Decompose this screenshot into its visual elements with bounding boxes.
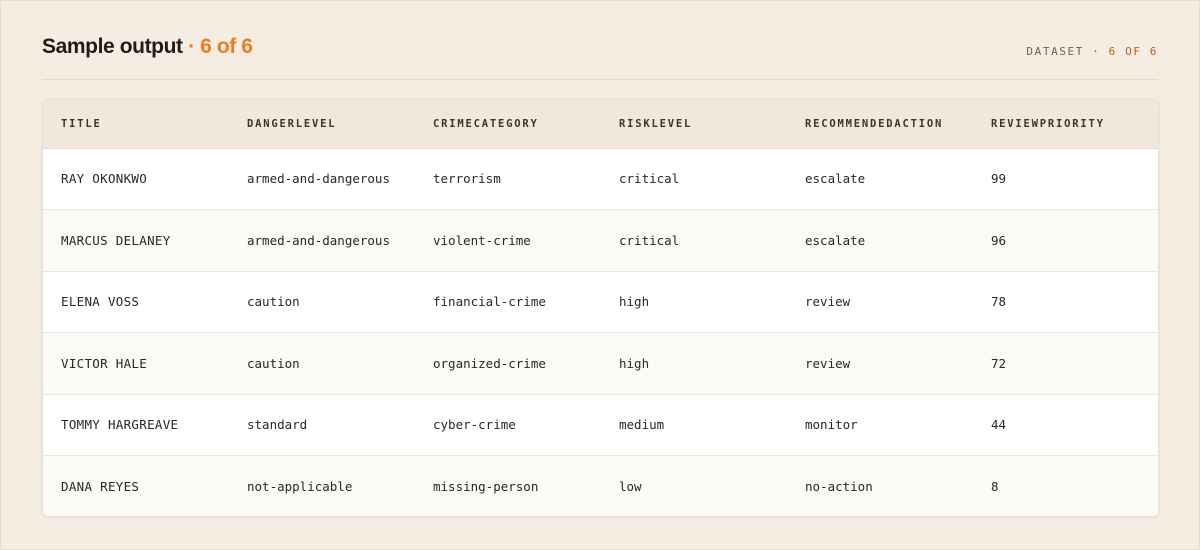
cell-recommendedaction: review — [787, 332, 973, 395]
cell-crimecategory: missing-person — [433, 479, 539, 494]
column-header-risklevel: RISKLEVEL — [601, 100, 787, 149]
cell-title: TOMMY HARGREAVE — [43, 394, 229, 456]
cell-reviewpriority: 96 — [973, 209, 1158, 272]
cell-reviewpriority: 78 — [973, 271, 1158, 333]
table-row: ELENA VOSS caution financial-crime high … — [43, 271, 1158, 333]
cell-title: ELENA VOSS — [43, 271, 229, 333]
cell-dangerlevel: caution — [229, 271, 415, 333]
cell-dangerlevel: armed-and-dangerous — [229, 209, 415, 272]
title-separator: · — [182, 35, 201, 58]
table-row: MARCUS DELANEY armed-and-dangerous viole… — [43, 209, 1158, 272]
cell-reviewpriority: 44 — [973, 394, 1158, 456]
cell-risklevel: low — [619, 479, 642, 494]
cell-dangerlevel: standard — [229, 394, 415, 456]
cell-reviewpriority: 72 — [973, 332, 1158, 395]
table-body: RAY OKONKWO armed-and-dangerous terroris… — [43, 148, 1158, 516]
dataset-separator: · — [1083, 45, 1109, 58]
header: Sample output · 6 of 6 DATASET · 6 OF 6 — [42, 29, 1158, 80]
cell-title: RAY OKONKWO — [43, 148, 229, 210]
column-header-recommendedaction: RECOMMENDEDACTION — [787, 100, 973, 149]
column-header-reviewpriority: REVIEWPRIORITY — [973, 100, 1158, 149]
page: Sample output · 6 of 6 DATASET · 6 OF 6 … — [0, 0, 1200, 550]
dataset-indicator: DATASET · 6 OF 6 — [1026, 45, 1158, 58]
cell-dangerlevel: not-applicable — [247, 479, 353, 494]
table-header-row: TITLE DANGERLEVEL CRIMECATEGORY RISKLEVE… — [43, 100, 1158, 149]
cell-crimecategory: financial-crime — [415, 271, 601, 333]
cell-risklevel: high — [601, 332, 787, 395]
title-count: 6 of 6 — [200, 35, 253, 58]
table-row: RAY OKONKWO armed-and-dangerous terroris… — [43, 148, 1158, 210]
cell-reviewpriority: 99 — [973, 148, 1158, 210]
cell-title: DANA REYES — [61, 479, 140, 494]
column-header-dangerlevel: DANGERLEVEL — [229, 100, 415, 149]
cell-recommendedaction: monitor — [787, 394, 973, 456]
cell-title: MARCUS DELANEY — [43, 209, 229, 272]
cell-crimecategory: violent-crime — [415, 209, 601, 272]
cell-recommendedaction: no-action — [805, 479, 873, 494]
cell-risklevel: medium — [601, 394, 787, 456]
page-title: Sample output · 6 of 6 — [42, 35, 253, 59]
cell-recommendedaction: review — [787, 271, 973, 333]
cell-risklevel: critical — [601, 209, 787, 272]
column-header-title: TITLE — [43, 100, 229, 149]
cell-crimecategory: organized-crime — [415, 332, 601, 395]
column-header-crimecategory: CRIMECATEGORY — [415, 100, 601, 149]
cell-crimecategory: cyber-crime — [415, 394, 601, 456]
table-header: TITLE DANGERLEVEL CRIMECATEGORY RISKLEVE… — [43, 100, 1158, 149]
cell-title: VICTOR HALE — [43, 332, 229, 395]
cell-risklevel: critical — [601, 148, 787, 210]
table-row: VICTOR HALE caution organized-crime high… — [43, 332, 1158, 395]
table-row: DANA REYES not-applicable missing-person… — [43, 455, 1158, 516]
table-row: TOMMY HARGREAVE standard cyber-crime med… — [43, 394, 1158, 456]
dataset-label: DATASET — [1026, 45, 1084, 58]
dataset-count: 6 OF 6 — [1108, 45, 1158, 58]
cell-dangerlevel: caution — [229, 332, 415, 395]
cell-recommendedaction: escalate — [787, 148, 973, 210]
cell-risklevel: high — [601, 271, 787, 333]
results-table-card: TITLE DANGERLEVEL CRIMECATEGORY RISKLEVE… — [42, 99, 1159, 517]
cell-dangerlevel: armed-and-dangerous — [229, 148, 415, 210]
cell-crimecategory: terrorism — [415, 148, 601, 210]
cell-recommendedaction: escalate — [787, 209, 973, 272]
cell-reviewpriority: 8 — [991, 479, 999, 494]
results-table: TITLE DANGERLEVEL CRIMECATEGORY RISKLEVE… — [43, 100, 1158, 516]
page-title-text: Sample output — [42, 35, 183, 58]
